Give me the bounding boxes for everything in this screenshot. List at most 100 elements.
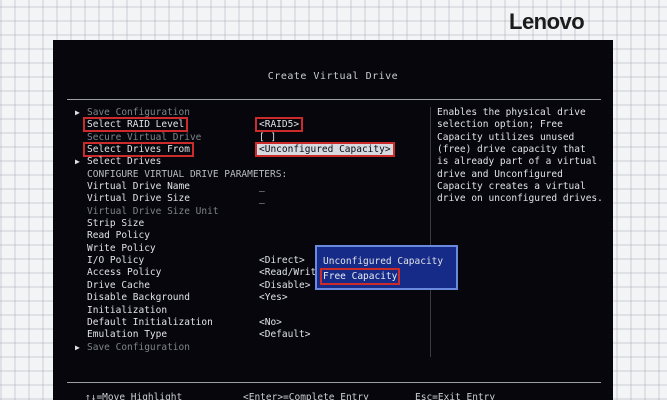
menu-row: CONFIGURE VIRTUAL DRIVE PARAMETERS:	[75, 169, 455, 181]
menu-row-value-text: <Unconfigured Capacity>	[255, 142, 395, 158]
menu-row[interactable]: Virtual Drive Size Unit	[75, 206, 455, 218]
menu-row-label: Read Policy	[87, 230, 150, 242]
menu-row-value[interactable]: <RAID5>	[255, 117, 304, 133]
menu-row-label-text: Strip Size	[87, 218, 145, 230]
menu-row-value-text: <Direct>	[259, 255, 305, 267]
menu-row-label-text: Read Policy	[87, 230, 150, 242]
menu-row-label-text: CONFIGURE VIRTUAL DRIVE PARAMETERS:	[87, 168, 288, 180]
popup-option-text: Unconfigured Capacity	[323, 256, 444, 267]
menu-row-label: Virtual Drive Size	[87, 193, 190, 205]
menu-row-label-text: Save Configuration	[87, 107, 190, 118]
menu-row[interactable]: Strip Size	[75, 218, 455, 230]
footer-esc-hint: Esc=Exit Entry	[415, 392, 496, 400]
menu-row-label-text: Disable Background	[87, 292, 190, 304]
popup-option-label: Free Capacity	[320, 268, 401, 285]
submenu-arrow-icon: ▶	[75, 108, 80, 117]
menu-row-label: Write Policy	[87, 243, 156, 255]
menu-row-label-text: Default Initialization	[87, 316, 213, 328]
help-line: drive on unconfigured drives.	[437, 193, 603, 205]
submenu-arrow-icon: ▶	[75, 157, 80, 167]
menu-row-label: Virtual Drive Size Unit	[87, 206, 219, 218]
menu-row[interactable]: Select Drives From <Unconfigured Capacity…	[75, 142, 455, 158]
menu-row-label-text: Emulation Type	[87, 329, 168, 341]
menu-row[interactable]: Virtual Drive Size _	[75, 193, 455, 205]
menu-row-label: Strip Size	[87, 218, 144, 230]
submenu-arrow-icon: ▶	[75, 342, 80, 352]
menu-row-value[interactable]: <Direct>	[259, 255, 305, 267]
menu-row-label: Initialization	[87, 305, 167, 317]
menu-row-label-text: Virtual Drive Size Unit	[87, 205, 219, 217]
popup-option-label: Unconfigured Capacity	[323, 255, 456, 268]
menu-row[interactable]: ▶ Select Drives	[75, 156, 455, 168]
menu-row[interactable]: Initialization	[75, 305, 455, 317]
menu-list: ▶ Save Configuration Select RAID Level <RAI…	[75, 107, 455, 354]
help-line: is already part of a virtual	[437, 156, 598, 168]
menu-row[interactable]: Read Policy	[75, 230, 455, 242]
page-title: Create Virtual Drive	[267, 71, 399, 82]
menu-row-label: Select Drives From	[83, 142, 194, 158]
menu-row-value[interactable]: <Disable>	[259, 280, 310, 292]
menu-row-label-text: Select Drives	[87, 156, 162, 168]
help-line: (free) drive capacity that	[437, 144, 586, 156]
menu-row-label: Save Configuration	[87, 342, 190, 354]
menu-row-value-text: [ ]	[259, 131, 277, 143]
menu-row-value-text: _	[259, 181, 265, 193]
menu-row-value-text: <No>	[259, 316, 282, 328]
menu-row-label: I/O Policy	[87, 255, 144, 267]
menu-row-value-text: <Yes>	[259, 292, 288, 304]
menu-row-value[interactable]: <Default>	[259, 329, 310, 341]
help-line: Capacity utilizes unused	[437, 131, 575, 143]
menu-row-value[interactable]: _	[259, 193, 265, 205]
menu-row-value[interactable]: <Yes>	[259, 292, 288, 304]
footer-move-hint: ↑↓=Move Highlight	[85, 392, 183, 400]
help-line: selection option; Free	[437, 119, 563, 131]
menu-row-label-text: Select Drives From	[83, 142, 194, 158]
menu-row-label: Access Policy	[87, 267, 161, 279]
menu-row[interactable]: Virtual Drive Name _	[75, 181, 455, 193]
menu-row-label: Emulation Type	[87, 329, 167, 341]
menu-row-label-text: I/O Policy	[87, 255, 145, 267]
help-line: drive and Unconfigured	[437, 168, 563, 180]
column-divider	[430, 107, 431, 357]
menu-row-label: Virtual Drive Name	[87, 181, 190, 193]
help-line: Capacity creates a virtual	[437, 181, 586, 193]
menu-row-label-text: Virtual Drive Name	[87, 181, 190, 193]
popup-option-text: Free Capacity	[323, 271, 398, 282]
top-divider	[67, 99, 601, 100]
menu-row-label: Select RAID Level	[83, 117, 189, 133]
menu-row-label-text: Initialization	[87, 304, 168, 316]
lenovo-logo: Lenovo	[509, 9, 585, 34]
menu-row[interactable]: ▶ Save Configuration	[75, 342, 455, 354]
drives-from-popup[interactable]: Unconfigured Capacity Free Capacity	[315, 245, 458, 290]
menu-row-label: Drive Cache	[87, 280, 150, 292]
help-line: Enables the physical drive	[437, 107, 586, 118]
menu-row-label: Default Initialization	[87, 317, 213, 329]
menu-row-label: CONFIGURE VIRTUAL DRIVE PARAMETERS:	[87, 169, 287, 181]
menu-row-label: Disable Background	[87, 292, 190, 304]
menu-row[interactable]: Disable Background <Yes>	[75, 292, 455, 304]
menu-row-value-text: <Default>	[259, 329, 311, 341]
menu-row-value[interactable]: <Unconfigured Capacity>	[255, 142, 395, 158]
menu-row-value-text: <Disable>	[259, 279, 311, 291]
menu-row[interactable]: Select RAID Level <RAID5>	[75, 117, 455, 133]
menu-row-label-text: Write Policy	[87, 242, 156, 254]
menu-row-label-text: Save Configuration	[87, 341, 190, 353]
menu-row[interactable]: Emulation Type <Default>	[75, 329, 455, 341]
menu-row-label: Select Drives	[87, 156, 161, 168]
menu-row-label-text: Virtual Drive Size	[87, 193, 190, 205]
menu-row[interactable]: Default Initialization <No>	[75, 317, 455, 329]
bottom-divider	[67, 382, 601, 383]
menu-row-value[interactable]: _	[259, 181, 265, 193]
menu-row-value-text: <RAID5>	[255, 117, 304, 133]
popup-option[interactable]: Unconfigured Capacity	[323, 255, 456, 268]
footer-enter-hint: <Enter>=Complete Entry	[243, 392, 369, 400]
menu-row-value[interactable]: <No>	[259, 317, 282, 329]
help-text: Enables the physical drive selection opti…	[437, 107, 603, 206]
menu-row-label-text: Select RAID Level	[83, 117, 189, 133]
menu-row-label-text: Secure Virtual Drive	[87, 131, 202, 143]
menu-row-label-text: Access Policy	[87, 267, 162, 279]
popup-option[interactable]: Free Capacity	[320, 268, 456, 285]
menu-row-label-text: Drive Cache	[87, 279, 150, 291]
bios-screen: Create Virtual Drive ▶ Save Configuration…	[53, 40, 613, 400]
menu-row-value-text: _	[259, 193, 265, 205]
